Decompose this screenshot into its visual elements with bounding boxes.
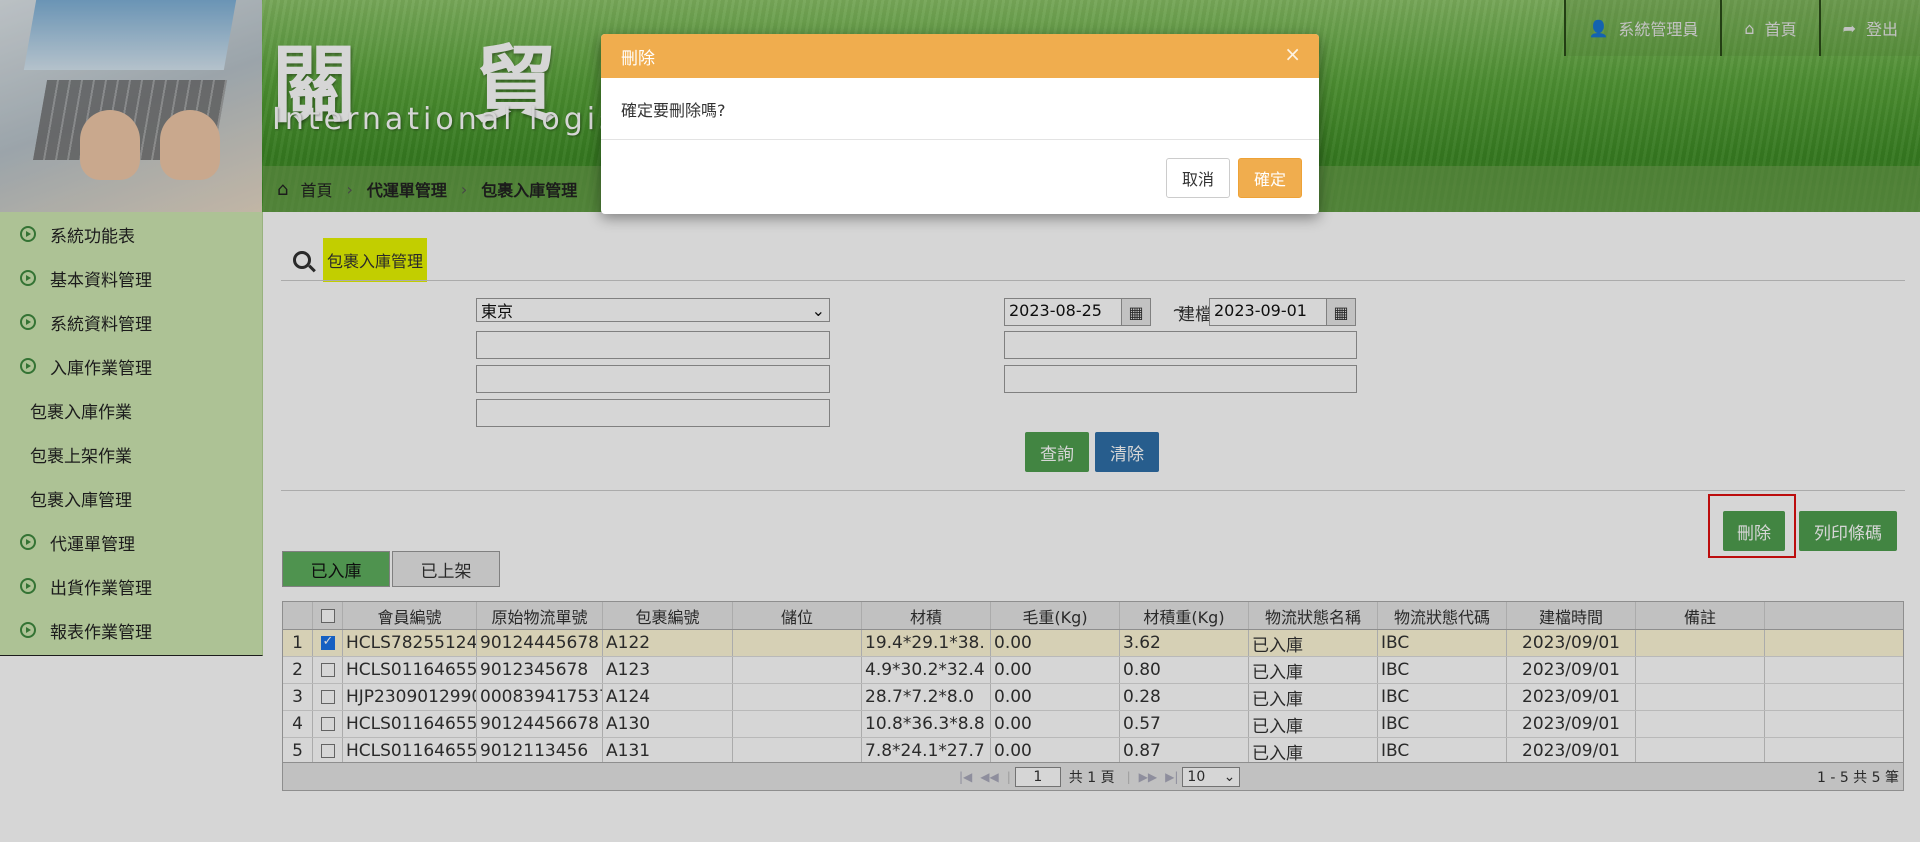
delete-confirm-dialog: 刪除 × 確定要刪除嗎? 取消 確定	[601, 34, 1319, 214]
close-icon[interactable]: ×	[1284, 42, 1301, 66]
dialog-message: 確定要刪除嗎?	[601, 78, 1319, 140]
dialog-footer: 取消 確定	[601, 140, 1319, 214]
cancel-button[interactable]: 取消	[1166, 158, 1230, 198]
dialog-header: 刪除 ×	[601, 34, 1319, 78]
confirm-button[interactable]: 確定	[1238, 158, 1302, 198]
dialog-title: 刪除	[621, 48, 655, 69]
